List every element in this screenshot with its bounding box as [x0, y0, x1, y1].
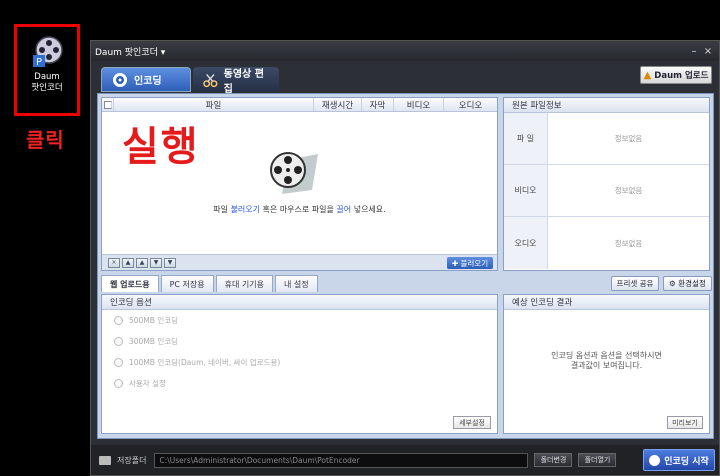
col-duration[interactable]: 재생시간 [314, 98, 362, 111]
open-folder-button[interactable]: 폴더열기 [578, 453, 617, 467]
file-list-footer: × ▲ ▲ ▼ ▼ ✚ 불러오기 [102, 254, 497, 270]
daum-upload-button[interactable]: ▲ Daum 업로드 [640, 66, 712, 84]
tab-video-edit[interactable]: 동영상 편집 [193, 67, 279, 95]
folder-icon [99, 455, 111, 465]
tab-web-upload[interactable]: 웹 업로드용 [101, 275, 159, 292]
tab-pc-save[interactable]: PC 저장용 [160, 275, 214, 292]
tab-mobile[interactable]: 휴대 기기용 [215, 275, 273, 292]
file-drop-area[interactable]: 실행 파일 불러오기 혹은 마우스로 파일을 끌어 넣으세요. [102, 112, 497, 254]
gear-icon: ⚙ [669, 279, 679, 288]
col-file[interactable]: 파일 [114, 98, 314, 111]
preset-tabs: 웹 업로드용 PC 저장용 휴대 기기용 내 설정 [101, 275, 320, 292]
col-subtitle[interactable]: 자막 [362, 98, 394, 111]
original-file-info: 원본 파일정보 파 일 정보없음 비디오 정보없음 오디오 정보없음 [503, 97, 710, 271]
desktop-icon-daum-potencoder[interactable]: P Daum 팟인코더 [14, 24, 80, 116]
preview-button[interactable]: 미리보기 [667, 416, 703, 429]
start-encoding-button[interactable]: 인코딩 시작 [643, 449, 715, 471]
click-annotation: 클릭 [26, 128, 65, 152]
result-title: 예상 인코딩 결과 [504, 295, 709, 310]
remove-file-button[interactable]: × [108, 257, 120, 268]
result-message: 인코딩 옵션과 옵션을 선택하시면 결과값이 보여집니다. [551, 351, 662, 370]
select-all-checkbox[interactable] [103, 100, 112, 109]
drop-hint: 파일 불러오기 혹은 마우스로 파일을 끌어 넣으세요. [213, 205, 386, 214]
upload-arrow-icon: ▲ [643, 69, 652, 81]
move-top-button[interactable]: ▲ [122, 257, 134, 268]
option-300mb[interactable]: 300MB 인코딩 [114, 331, 497, 352]
move-down-button[interactable]: ▼ [150, 257, 162, 268]
svg-text:P: P [36, 57, 42, 68]
main-content: 파일 재생시간 자막 비디오 오디오 실행 파일 불러오기 혹은 마우스로 파일… [97, 93, 714, 439]
save-folder-label: 저장폴더 [117, 455, 147, 465]
option-100mb[interactable]: 100MB 인코딩(Daum, 네이버, 싸이 업로드용) [114, 352, 497, 373]
move-bottom-button[interactable]: ▼ [164, 257, 176, 268]
original-info-title: 원본 파일정보 [504, 98, 709, 113]
run-annotation: 실행 [122, 124, 200, 170]
radio-300mb[interactable] [114, 337, 123, 346]
window-title[interactable]: Daum 팟인코더 ▾ [95, 45, 687, 58]
encoding-options-panel: 인코딩 옵션 500MB 인코딩 300MB 인코딩 100MB 인코딩(Dau… [101, 294, 498, 434]
start-icon [649, 454, 661, 466]
radio-custom[interactable] [114, 379, 123, 388]
main-tabs: 인코딩 동영상 편집 ▲ Daum 업로드 [97, 63, 714, 95]
desktop-icon-label: Daum 팟인코더 [31, 72, 63, 93]
film-reel-icon [270, 152, 318, 194]
info-row-file: 파 일 정보없음 [504, 113, 709, 165]
scissors-icon [203, 73, 218, 87]
radio-500mb[interactable] [114, 316, 123, 325]
option-500mb[interactable]: 500MB 인코딩 [114, 310, 497, 331]
options-title: 인코딩 옵션 [102, 295, 497, 310]
option-custom[interactable]: 사용자 설정 [114, 373, 497, 394]
file-list-header: 파일 재생시간 자막 비디오 오디오 [102, 98, 497, 112]
settings-button[interactable]: ⚙ 환경설정 [663, 276, 712, 291]
bottom-bar: 저장폴더 C:\Users\Administrator\Documents\Da… [91, 445, 719, 475]
encoding-icon [113, 72, 127, 87]
title-bar: Daum 팟인코더 ▾ – × [91, 41, 719, 61]
col-video[interactable]: 비디오 [394, 98, 444, 111]
change-folder-button[interactable]: 폴더변경 [534, 453, 573, 467]
close-button[interactable]: × [701, 46, 715, 57]
move-up-button[interactable]: ▲ [136, 257, 148, 268]
film-reel-icon: P [33, 36, 63, 68]
minimize-button[interactable]: – [687, 46, 701, 57]
load-file-button[interactable]: ✚ 불러오기 [447, 257, 493, 269]
tab-encoding[interactable]: 인코딩 [101, 67, 191, 92]
radio-100mb[interactable] [114, 358, 123, 367]
info-row-video: 비디오 정보없음 [504, 165, 709, 217]
app-window: Daum 팟인코더 ▾ – × 인코딩 동영상 편집 ▲ Daum 업로드 파일… [90, 40, 720, 476]
col-audio[interactable]: 오디오 [444, 98, 497, 111]
info-row-audio: 오디오 정보없음 [504, 217, 709, 269]
encoding-result-panel: 예상 인코딩 결과 인코딩 옵션과 옵션을 선택하시면 결과값이 보여집니다. 미… [503, 294, 710, 434]
preset-share-button[interactable]: 프리셋 공유 [611, 276, 659, 291]
detail-settings-button[interactable]: 세부설정 [453, 416, 491, 429]
tab-my-settings[interactable]: 내 설정 [274, 275, 318, 292]
plus-icon: ✚ [451, 258, 461, 268]
save-path-field[interactable]: C:\Users\Administrator\Documents\Daum\Po… [154, 452, 529, 468]
file-list[interactable]: 파일 재생시간 자막 비디오 오디오 실행 파일 불러오기 혹은 마우스로 파일… [101, 97, 498, 271]
